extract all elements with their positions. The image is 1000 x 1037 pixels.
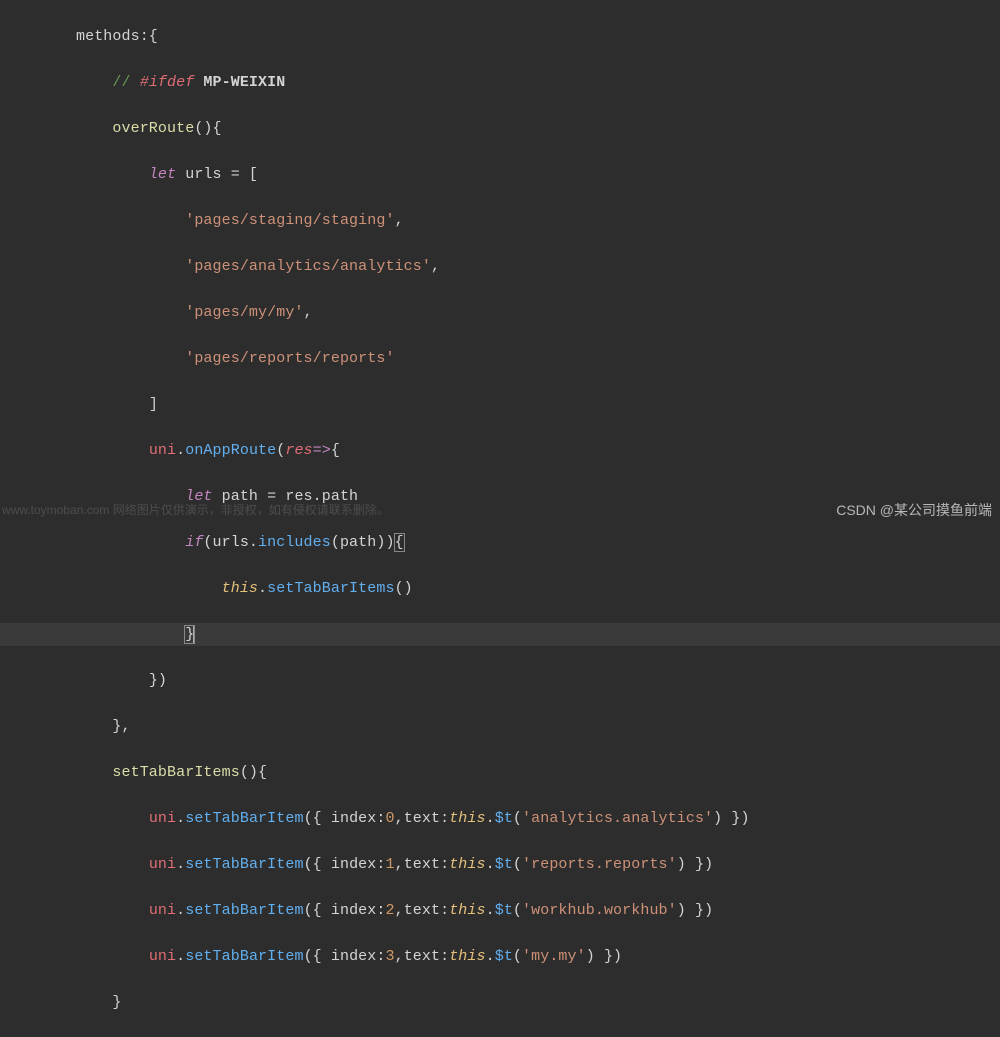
code-line: overRoute(){ [0, 117, 1000, 140]
code-line: uni.setTabBarItem({ index:3,text:this.$t… [0, 945, 1000, 968]
code-line: let urls = [ [0, 163, 1000, 186]
code-line: }, [0, 715, 1000, 738]
code-line: uni.setTabBarItem({ index:1,text:this.$t… [0, 853, 1000, 876]
code-line: 'pages/reports/reports' [0, 347, 1000, 370]
code-line: 'pages/analytics/analytics', [0, 255, 1000, 278]
code-line: this.setTabBarItems() [0, 577, 1000, 600]
watermark-right: CSDN @某公司摸鱼前端 [836, 499, 992, 522]
code-line: uni.onAppRoute(res=>{ [0, 439, 1000, 462]
code-line: }) [0, 669, 1000, 692]
code-line: uni.setTabBarItem({ index:0,text:this.$t… [0, 807, 1000, 830]
watermark-left: www.toymoban.com 网络图片仅供演示，非授权，如有侵权请联系删除。 [2, 499, 389, 522]
code-line: ] [0, 393, 1000, 416]
code-line: uni.setTabBarItem({ index:2,text:this.$t… [0, 899, 1000, 922]
code-line: 'pages/staging/staging', [0, 209, 1000, 232]
code-line: 'pages/my/my', [0, 301, 1000, 324]
code-line: methods:{ [0, 25, 1000, 48]
code-line: setTabBarItems(){ [0, 761, 1000, 784]
code-line-active: } [0, 623, 1000, 646]
code-line: // #ifdef MP-WEIXIN [0, 71, 1000, 94]
code-line: if(urls.includes(path)){ [0, 531, 1000, 554]
code-line: } [0, 991, 1000, 1014]
